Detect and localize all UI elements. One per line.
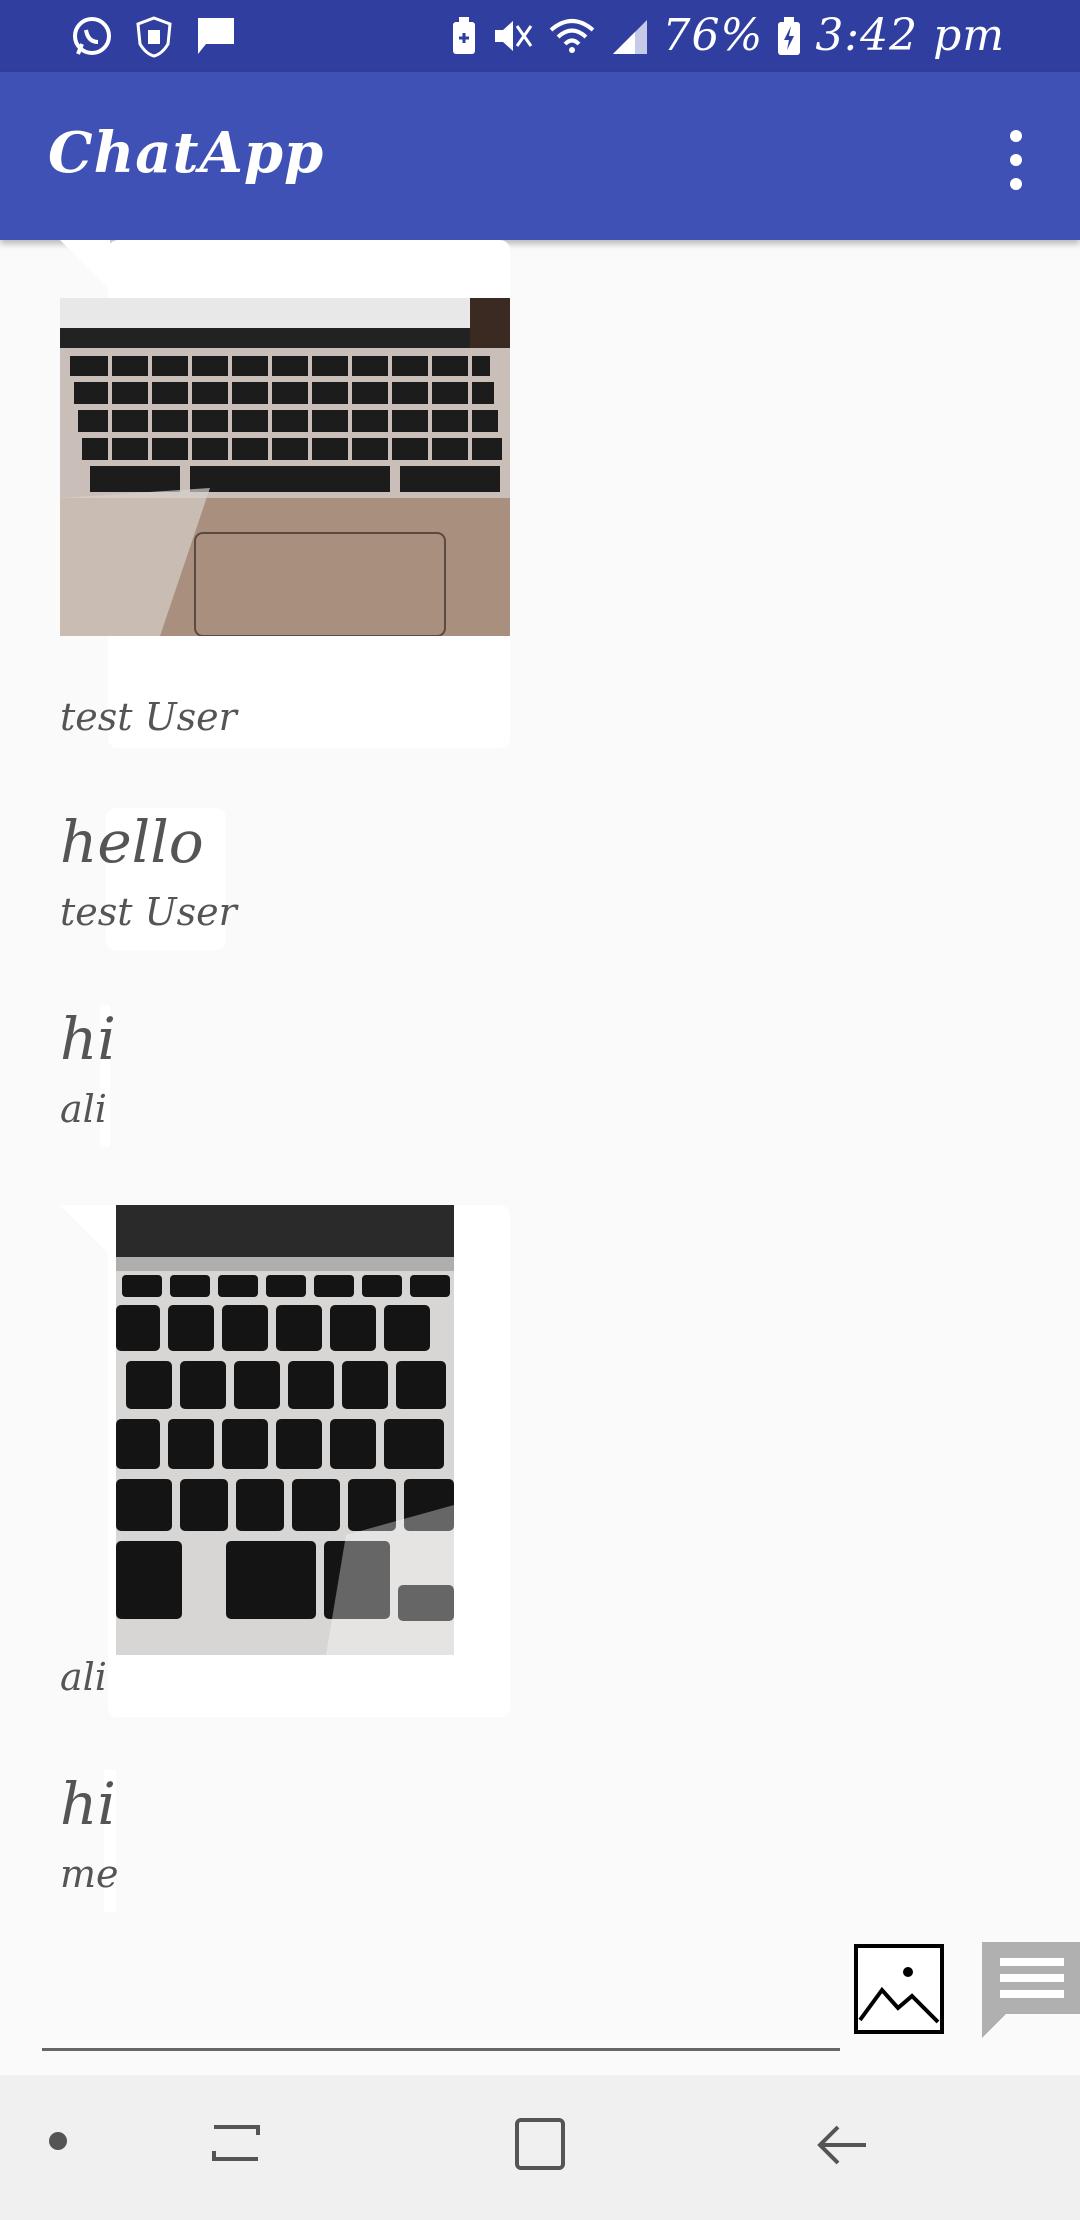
app-bar: ChatApp [0,72,1080,240]
signal-icon [612,19,647,54]
wifi-icon [549,18,594,53]
mute-icon [494,20,532,51]
sender-name: ali [60,1087,107,1131]
more-vert-icon[interactable] [992,130,1040,190]
sender-name: test User [60,695,237,739]
image-icon[interactable] [854,1944,944,2034]
message-input[interactable] [42,1970,840,2046]
message-text: hello [60,808,204,876]
charging-battery-icon [778,16,801,55]
clock: 3:42 pm [815,10,1005,61]
composer [0,1930,1080,2075]
sender-name: me [60,1852,119,1896]
keyboard-closeup-photo[interactable] [116,1205,454,1655]
navigation-bar [0,2075,1080,2220]
whatsapp-icon [73,17,111,55]
sender-name: ali [60,1655,107,1699]
recent-apps-icon[interactable] [210,2115,262,2171]
input-underline [42,2048,840,2051]
message-text: hi [60,1005,116,1073]
chat-icon[interactable] [978,1938,1080,2038]
battery-saver-icon [452,16,475,54]
status-bar: 76% 3:42 pm [0,0,1080,72]
home-icon[interactable] [514,2117,566,2171]
message-item: ali [0,1205,520,1720]
dot-icon[interactable] [48,2131,68,2151]
message-item: hello test User [0,808,240,958]
shield-hand-icon [136,16,172,58]
sender-name: test User [60,890,237,934]
message-item: test User [0,240,520,750]
app-title: ChatApp [48,120,325,186]
laptop-keyboard-photo[interactable] [60,298,510,636]
message-text: hi [60,1770,116,1838]
message-item: hi ali [0,1005,140,1155]
battery-percentage: 76% [662,10,764,61]
message-list[interactable]: test User hello test User hi ali ali hi … [0,240,1080,1930]
back-icon[interactable] [816,2119,870,2171]
message-item: hi me [0,1770,140,1920]
message-icon [198,18,234,54]
